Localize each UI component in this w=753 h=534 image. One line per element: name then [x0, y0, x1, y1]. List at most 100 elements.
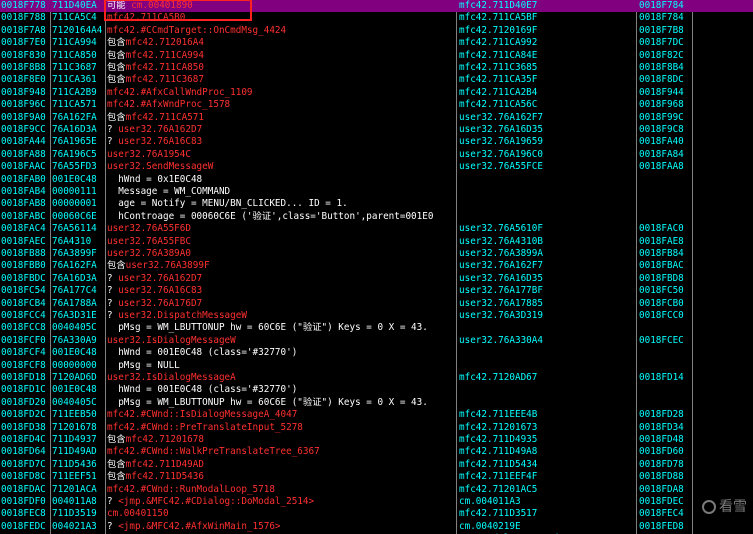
stack-row[interactable]: 0018FCF8 00000000 pMsg = NULL [0, 360, 753, 372]
procedure-prefix: ? [107, 297, 119, 309]
return-address: 711EEB50 [52, 409, 97, 421]
stack-row[interactable]: 0018FD7C 711D5436 包含mfc42.711D49AD mfc42.71… [0, 459, 753, 471]
return-address: 0040405C [52, 396, 97, 408]
procedure-cell: Message = WM_COMMAND [107, 186, 455, 198]
stack-row[interactable]: 0018FD18 7120AD6D user32.IsDialogMessageA m… [0, 372, 753, 384]
stack-row[interactable]: 0018FCB4 76A1788A? user32.76A176D7 user32.… [0, 298, 753, 310]
return-address: 711D3519 [52, 508, 97, 520]
return-address: 76A162FA [52, 111, 97, 123]
stack-row[interactable]: 0018F9A0 76A162FA 包含mfc42.711CA571 user32.7… [0, 112, 753, 124]
stack-row[interactable]: 0018FCF4 001E0C48 hWnd = 001E0C48 (class=… [0, 347, 753, 359]
stack-row[interactable]: 0018F8B8 711C3687 包含mfc42.711CA850 mfc42.71… [0, 62, 753, 74]
return-address: 711D4937 [52, 434, 97, 445]
stack-row[interactable]: 0018FA44 76A1965E? user32.76A16C83 user32.… [0, 136, 753, 148]
procedure-argument: hWnd = 001E0C48 (class='#32770') [107, 384, 298, 396]
stack-row[interactable]: 0018FD38 71201678 mfc42.#CWnd::PreTranslat… [0, 422, 753, 434]
stack-row[interactable]: 0018FAB4 00000111 Message = WM_COMMAND [0, 186, 753, 198]
return-address: 001E0C48 [52, 347, 97, 359]
stack-row[interactable]: 0018FEC8 711D3519 cm.00401150 mfc42.711D351… [0, 508, 753, 520]
stack-address: 0018FC54 [1, 285, 46, 297]
stack-row[interactable]: 0018FD20 0040405C pMsg = WM_LBUTTONUP hw … [0, 397, 753, 409]
stack-row[interactable]: 0018FCF0 76A330A9 user32.IsDialogMessageW u… [0, 335, 753, 347]
stack-row[interactable]: 0018FDAC 71201ACA mfc42.#CWnd::RunModalLoo… [0, 484, 753, 496]
frame-address: 0018FBD8 [639, 272, 684, 284]
stack-row[interactable]: 0018FD1C 001E0C48 hWnd = 001E0C48 (class=… [0, 384, 753, 396]
stack-row[interactable]: 0018F8E0 711CA361 包含mfc42.711C3687 mfc42.71… [0, 74, 753, 86]
called-from: mfc42.711CA992 [459, 37, 538, 49]
procedure-argument: Message = WM_COMMAND [107, 186, 231, 197]
procedure-prefix: ? [107, 520, 119, 532]
frame-address: 0018FD60 [639, 446, 684, 458]
stack-row[interactable]: 0018F948 711CA2B9 mfc42.#AfxCallWndProc_11… [0, 87, 753, 99]
procedure-name: user32.76A176D7 [118, 297, 203, 309]
frame-address: 0018FD78 [639, 458, 684, 470]
stack-row[interactable]: 0018FD2C 711EEB50 mfc42.#CWnd::IsDialogMes… [0, 409, 753, 421]
called-from: cm.0040219E [459, 520, 521, 532]
stack-row[interactable]: 0018FAB0 001E0C48 hWnd = 0x1E0C48 [0, 174, 753, 186]
stack-address: 0018FAC4 [1, 223, 46, 235]
stack-row[interactable]: 0018FAEC 76A4310 user32.76A55FBC user32.76A… [0, 236, 753, 248]
stack-row[interactable]: 0018FABC 00060C6E hControage = 00060C6E (… [0, 211, 753, 223]
stack-address: 0018FB88 [1, 248, 46, 259]
procedure-cell: mfc42.#AfxCallWndProc_1109 [107, 87, 455, 99]
procedure-cell: mfc42.#CWnd::PreTranslateInput_5278 [107, 422, 455, 434]
return-address: 7120AD6D [52, 372, 97, 383]
frame-address: 0018FCB0 [639, 297, 684, 309]
stack-row[interactable]: 0018F7A8 7120164A4 mfc42.#CCmdTarget::OnCm… [0, 25, 753, 37]
stack-row[interactable]: 0018FB88 76A3899F user32.76A389A0 user32.76… [0, 248, 753, 260]
procedure-name: mfc42.#CWnd::IsDialogMessageA_4047 [107, 409, 298, 421]
procedure-cell: ? user32.76A16C83 [107, 285, 455, 297]
stack-row[interactable]: 0018FC54 76A177C4? user32.76A16C83 user32.… [0, 285, 753, 297]
stack-row[interactable]: 0018FD8C 711EEF51 包含mfc42.711D5436 mfc42.71… [0, 471, 753, 483]
stack-row[interactable]: 0018FAB8 00000001 age = Notify = MENU/BN_… [0, 198, 753, 210]
stack-row[interactable]: 0018FA88 76A196C5 user32.76A1954C user32.76… [0, 149, 753, 161]
procedure-argument: hWnd = 001E0C48 (class='#32770') [107, 347, 298, 359]
frame-address: 0018FDEC [639, 496, 684, 507]
procedure-cell: mfc42.#AfxWndProc_1578 [107, 99, 455, 111]
stack-address: 0018F778 [1, 0, 46, 11]
frame-address: 0018FAE8 [639, 235, 684, 247]
stack-row[interactable]: 0018FD4C 711D4937 包含mfc42.71201678 mfc42.71… [0, 434, 753, 446]
called-from: mfc42.711C3685 [459, 62, 538, 73]
procedure-cell: age = Notify = MENU/BN_CLICKED... ID = 1… [107, 198, 455, 210]
stack-address: 0018FD38 [1, 421, 46, 433]
stack-address: 0018FD20 [1, 396, 46, 408]
stack-row[interactable]: 0018FAAC 76A55FD3 user32.SendMessageW user3… [0, 161, 753, 173]
stack-address: 0018FA44 [1, 136, 46, 148]
frame-address: 0018FD88 [639, 471, 684, 483]
procedure-cell: mfc42.#CWnd::RunModalLoop_5718 [107, 484, 455, 496]
stack-address: 0018F830 [1, 49, 46, 61]
return-address: 76A4310 [52, 235, 92, 247]
stack-row[interactable]: 0018FD64 711D49AD mfc42.#CWnd::WalkPreTran… [0, 446, 753, 458]
stack-address: 0018F8E0 [1, 74, 46, 86]
stack-row[interactable]: 0018F96C 711CA571 mfc42.#AfxWndProc_1578 mf… [0, 99, 753, 111]
called-from: mfc42.711D5434 [459, 458, 538, 470]
stack-row[interactable]: 0018FBB0 76A162FA 包含user32.76A3899F user32.… [0, 260, 753, 272]
stack-row[interactable]: 0018FEDC 004021A3? <jmp.&MFC42.#AfxWinMai… [0, 521, 753, 533]
return-address: 76A3D31E [52, 310, 97, 321]
frame-address [639, 347, 691, 359]
stack-row[interactable]: 0018FAC4 76A56114 user32.76A55F6D user32.76… [0, 223, 753, 235]
stack-row[interactable]: 0018FCC4 76A3D31E? user32.DispatchMessage… [0, 310, 753, 322]
called-from: mfc42.71201AC5 [459, 483, 538, 495]
stack-row[interactable]: 0018FDF0 004011A8? <jmp.&MFC42.#CDialog::… [0, 496, 753, 508]
procedure-argument: pMsg = NULL [107, 359, 180, 371]
called-from: mfc42.711D3517 [459, 508, 538, 520]
frame-address: 0018F8B4 [639, 62, 684, 73]
procedure-name: mfc42.712016A4 [125, 37, 204, 49]
procedure-cell: user32.76A55F6D [107, 223, 455, 235]
stack-row[interactable]: 0018FBDC 76A16D3A? user32.76A162D7 user32.… [0, 273, 753, 285]
stack-row[interactable]: 0018F830 711CA850 包含mfc42.711CA994 mfc42.71… [0, 50, 753, 62]
return-address: 76A16D3A [52, 272, 97, 284]
called-from: mfc42.711D49A8 [459, 446, 538, 458]
stack-row[interactable]: 0018FCC8 0040405C pMsg = WM_LBUTTONUP hw … [0, 322, 753, 334]
frame-address: 0018FCC0 [639, 310, 684, 321]
stack-address: 0018FA88 [1, 148, 46, 160]
return-address: 711CA5C4 [52, 12, 97, 24]
stack-row[interactable]: 0018F7E0 711CA994 包含mfc42.712016A4 mfc42.71… [0, 37, 753, 49]
stack-row[interactable]: 0018F9CC 76A16D3A? user32.76A162D7 user32.… [0, 124, 753, 136]
stack-address: 0018FD8C [1, 471, 46, 483]
frame-address: 0018FD14 [639, 372, 684, 383]
procedure-name: mfc42.#CCmdTarget::OnCmdMsg_4424 [107, 24, 287, 36]
called-from: user32.76A330A4 [459, 334, 543, 346]
